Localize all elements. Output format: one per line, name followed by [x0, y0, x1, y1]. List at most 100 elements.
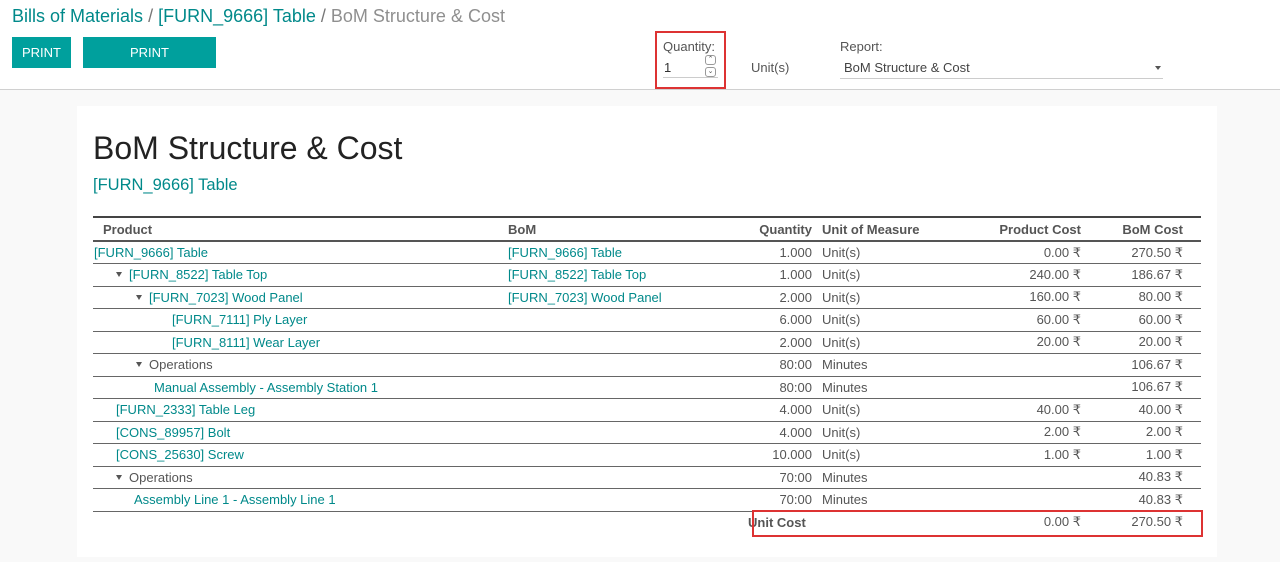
- cell-product-cost: 60.00 ₹: [937, 308, 1086, 332]
- cell-bom-cost: 106.67 ₹: [1086, 353, 1201, 377]
- table-row: Operations 80:00 Minutes 106.67 ₹: [93, 353, 1201, 377]
- cell-product-cost: 240.00 ₹: [937, 263, 1086, 287]
- cell-uom: Unit(s): [817, 308, 937, 332]
- cell-bom: [503, 376, 743, 399]
- cell-bom: [503, 443, 743, 467]
- table-row: [FURN_2333] Table Leg 4.000 Unit(s) 40.00 ₹…: [93, 398, 1201, 422]
- product-link[interactable]: [FURN_2333] Table Leg: [116, 402, 255, 417]
- product-link[interactable]: Assembly Line 1 - Assembly Line 1: [134, 492, 336, 507]
- cell-bom: [503, 308, 743, 332]
- column-header-uom: Unit of Measure: [817, 216, 937, 242]
- cell-product-cost: 0.00 ₹: [937, 241, 1086, 264]
- cell-bom: [503, 353, 743, 377]
- cell-product-cost: [937, 466, 1086, 489]
- product-link[interactable]: [FURN_7023] Wood Panel: [149, 290, 303, 305]
- quantity-label: Quantity:: [663, 39, 716, 54]
- cell-bom-cost: 40.00 ₹: [1086, 398, 1201, 422]
- cell-product-cost: 2.00 ₹: [937, 421, 1086, 444]
- product-link[interactable]: [CONS_89957] Bolt: [116, 425, 230, 440]
- product-link[interactable]: [FURN_8111] Wear Layer: [172, 335, 320, 350]
- cell-bom-cost: 20.00 ₹: [1086, 331, 1201, 354]
- cell-bom-cost: 40.83 ₹: [1086, 466, 1201, 489]
- cell-quantity: 1.000: [743, 241, 817, 264]
- column-header-quantity: Quantity: [743, 216, 817, 242]
- cell-quantity: 4.000: [743, 398, 817, 422]
- cell-quantity: 70:00: [743, 488, 817, 512]
- product-link[interactable]: [CONS_25630] Screw: [116, 447, 244, 462]
- product-link[interactable]: [FURN_7111] Ply Layer: [172, 312, 307, 327]
- cell-product-cost: [937, 488, 1086, 512]
- cell-product-cost: 1.00 ₹: [937, 443, 1086, 467]
- cell-product: [FURN_2333] Table Leg: [93, 398, 503, 422]
- cell-bom: [503, 466, 743, 489]
- cell-quantity: 80:00: [743, 353, 817, 377]
- cell-product: [CONS_89957] Bolt: [93, 421, 503, 444]
- table-row: Manual Assembly - Assembly Station 1 80:0…: [93, 376, 1201, 399]
- table-body: [FURN_9666] Table [FURN_9666] Table 1.000 U…: [93, 241, 1201, 533]
- cell-uom: Unit(s): [817, 331, 937, 354]
- cell-bom-cost: 60.00 ₹: [1086, 308, 1201, 332]
- column-header-product: Product: [93, 216, 503, 242]
- cell-bom: [FURN_9666] Table: [503, 241, 743, 264]
- cell-product-cost: [937, 376, 1086, 399]
- cell-uom: Unit(s): [817, 398, 937, 422]
- cell-product: [FURN_8522] Table Top: [93, 263, 503, 287]
- cell-product-cost: 20.00 ₹: [937, 331, 1086, 354]
- breadcrumb-bills-of-materials[interactable]: Bills of Materials: [12, 6, 143, 26]
- cell-product: [FURN_7111] Ply Layer: [93, 308, 503, 332]
- breadcrumb: Bills of Materials / [FURN_9666] Table /…: [12, 5, 505, 27]
- table-header-row: Product BoM Quantity Unit of Measure Pro…: [93, 216, 1201, 242]
- collapse-caret-icon[interactable]: [136, 362, 142, 368]
- report-select[interactable]: BoM Structure & Cost: [840, 58, 1163, 79]
- cell-product: Assembly Line 1 - Assembly Line 1: [93, 488, 503, 512]
- table-row: [FURN_8522] Table Top [FURN_8522] Table T…: [93, 263, 1201, 287]
- breadcrumb-product[interactable]: [FURN_9666] Table: [158, 6, 316, 26]
- report-label: Report:: [840, 39, 883, 54]
- collapse-caret-icon[interactable]: [116, 272, 122, 278]
- cell-product: [FURN_8111] Wear Layer: [93, 331, 503, 354]
- cell-quantity: 80:00: [743, 376, 817, 399]
- cell-uom: Minutes: [817, 466, 937, 489]
- cell-uom: Minutes: [817, 376, 937, 399]
- cell-bom: [503, 488, 743, 512]
- cell-product-cost: [937, 353, 1086, 377]
- collapse-caret-icon[interactable]: [136, 294, 142, 300]
- cell-product: Operations: [93, 353, 503, 377]
- bom-link[interactable]: [FURN_8522] Table Top: [508, 267, 646, 282]
- control-panel: Bills of Materials / [FURN_9666] Table /…: [0, 0, 1280, 91]
- collapse-caret-icon[interactable]: [116, 474, 122, 480]
- cell-empty: [93, 510, 743, 533]
- table-row: [CONS_25630] Screw 10.000 Unit(s) 1.00 ₹1.0…: [93, 443, 1201, 467]
- table-row: [FURN_7023] Wood Panel [FURN_7023] Wood P…: [93, 286, 1201, 309]
- cell-bom: [FURN_7023] Wood Panel: [503, 286, 743, 309]
- cell-quantity: 2.000: [743, 286, 817, 309]
- cell-bom: [503, 331, 743, 354]
- cell-uom: Unit(s): [817, 263, 937, 287]
- print-unfolded-button[interactable]: PRINT UNFOLDED: [83, 37, 216, 91]
- cell-quantity: 70:00: [743, 466, 817, 489]
- chevron-down-icon[interactable]: ⌄: [705, 67, 716, 77]
- cell-uom: Minutes: [817, 353, 937, 377]
- product-link[interactable]: [FURN_8522] Table Top: [129, 267, 267, 282]
- bom-link[interactable]: [FURN_9666] Table: [508, 245, 622, 260]
- bom-table: Product BoM Quantity Unit of Measure Pro…: [93, 216, 1201, 533]
- cell-bom: [503, 421, 743, 444]
- table-row: Operations 70:00 Minutes 40.83 ₹: [93, 466, 1201, 489]
- cell-bom-cost: 1.00 ₹: [1086, 443, 1201, 467]
- operations-label: Operations: [149, 357, 213, 373]
- operations-label: Operations: [129, 469, 193, 485]
- column-header-bom: BoM: [503, 216, 743, 242]
- breadcrumb-separator: /: [148, 6, 154, 26]
- report-product-link[interactable]: [FURN_9666] Table: [93, 176, 238, 195]
- chevron-up-icon[interactable]: ⌃: [705, 55, 716, 65]
- bom-link[interactable]: [FURN_7023] Wood Panel: [508, 290, 662, 305]
- cell-product: Manual Assembly - Assembly Station 1: [93, 376, 503, 399]
- cell-product: [CONS_25630] Screw: [93, 443, 503, 467]
- print-button[interactable]: PRINT: [12, 37, 71, 68]
- cell-product: Operations: [93, 466, 503, 489]
- cell-product-cost: 40.00 ₹: [937, 398, 1086, 422]
- breadcrumb-current: BoM Structure & Cost: [330, 6, 505, 26]
- cell-bom: [503, 398, 743, 422]
- product-link[interactable]: Manual Assembly - Assembly Station 1: [154, 380, 378, 395]
- product-link[interactable]: [FURN_9666] Table: [94, 245, 208, 260]
